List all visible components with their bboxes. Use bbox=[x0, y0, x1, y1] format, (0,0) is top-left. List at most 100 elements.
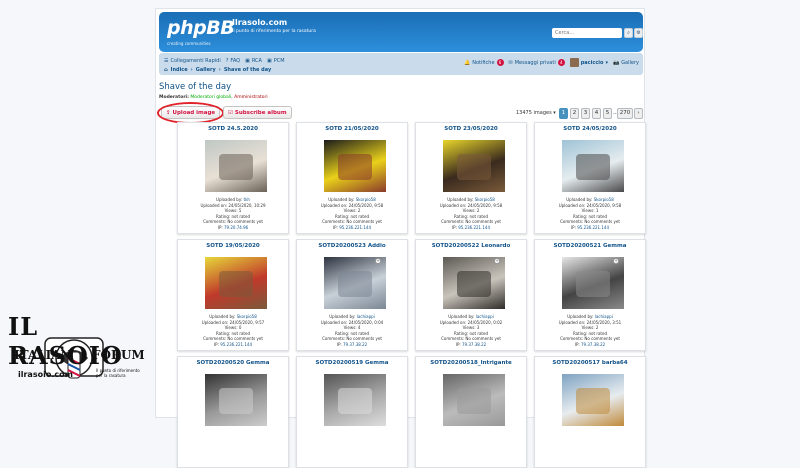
image-thumbnail[interactable] bbox=[324, 140, 386, 192]
expand-icon[interactable]: + bbox=[375, 258, 381, 264]
breadcrumb-item-album[interactable]: Shave of the day bbox=[224, 67, 271, 73]
chevron-right-icon: › bbox=[637, 110, 640, 116]
breadcrumb-item-gallery[interactable]: Gallery bbox=[196, 67, 216, 73]
quick-links-menu[interactable]: ☰ Collegamenti Rapidi bbox=[164, 58, 221, 64]
image-card[interactable]: SOTD20200523 Addio + Uploaded by: lachiapp… bbox=[296, 239, 408, 351]
navbar: ☰ Collegamenti Rapidi ? FAQ ▣ RCA ▣ PCM 🔔 Not… bbox=[159, 53, 643, 75]
image-info-line: IP: 79.37.38.22 bbox=[336, 341, 368, 347]
image-card[interactable]: SOTD 24/05/2020 Uploaded by: Skorpio58 Upl… bbox=[534, 122, 646, 234]
image-card[interactable]: SOTD20200520 Gemma bbox=[177, 356, 289, 468]
rca-label: RCA bbox=[251, 58, 262, 64]
page-button-5[interactable]: 5 bbox=[603, 108, 612, 119]
search-input[interactable]: Cerca... bbox=[552, 28, 622, 38]
bell-icon: 🔔 bbox=[464, 59, 471, 66]
image-info: Uploaded by: lachiappi Uploaded on: 24/05… bbox=[297, 314, 407, 347]
expand-icon[interactable]: + bbox=[613, 258, 619, 264]
messages-badge: 4 bbox=[557, 59, 565, 66]
rca-link[interactable]: ▣ RCA bbox=[245, 58, 262, 64]
image-card[interactable]: SOTD 24.5.2020 Uploaded by: tkh Uploaded o… bbox=[177, 122, 289, 234]
image-info: Uploaded by: tkh Uploaded on: 24/05/2020,… bbox=[178, 197, 288, 230]
image-thumbnail[interactable] bbox=[562, 374, 624, 426]
chevron-right-icon: › bbox=[218, 67, 221, 73]
breadcrumb: ⌂ Indice › Gallery › Shave of the day bbox=[164, 67, 271, 73]
page-wrapper: phpBB creating communities Ilrasolo.com … bbox=[155, 8, 646, 468]
image-card[interactable]: SOTD20200518_Intrigante bbox=[415, 356, 527, 468]
user-menu[interactable]: paciccio ▾ bbox=[569, 58, 608, 67]
gallery-label: Gallery bbox=[621, 59, 639, 66]
image-title-link[interactable]: SOTD20200518_Intrigante bbox=[416, 360, 526, 366]
logo-text: phpBB bbox=[167, 17, 235, 39]
search-icon[interactable]: ⌕ bbox=[624, 28, 633, 38]
gear-icon[interactable]: ⚙ bbox=[634, 28, 643, 38]
page-button-last[interactable]: 270 bbox=[617, 108, 633, 119]
moderators-line: Moderatori: Moderatori globali, Amminist… bbox=[159, 95, 268, 100]
subscribe-album-button[interactable]: ☑ Subscribe album bbox=[223, 106, 292, 119]
image-card[interactable]: SOTD20200517 barba64 bbox=[534, 356, 646, 468]
menu-icon: ☰ bbox=[164, 58, 169, 64]
image-thumbnail[interactable] bbox=[562, 140, 624, 192]
image-thumbnail[interactable] bbox=[562, 257, 624, 309]
site-title[interactable]: Ilrasolo.com bbox=[232, 18, 287, 27]
image-thumbnail[interactable] bbox=[205, 374, 267, 426]
faq-link[interactable]: ? FAQ bbox=[226, 58, 240, 64]
home-icon: ⌂ bbox=[164, 67, 168, 73]
image-card[interactable]: SOTD20200521 Gemma + Uploaded by: lachiapp… bbox=[534, 239, 646, 351]
image-thumbnail[interactable] bbox=[324, 374, 386, 426]
next-page-button[interactable]: › bbox=[634, 108, 643, 119]
image-info-line: IP: 79.37.38.22 bbox=[574, 341, 606, 347]
image-thumbnail[interactable] bbox=[324, 257, 386, 309]
image-title-link[interactable]: SOTD20200519 Gemma bbox=[297, 360, 407, 366]
image-info-line: IP: 95.236.221.144 bbox=[570, 224, 610, 230]
image-thumbnail[interactable] bbox=[443, 374, 505, 426]
image-thumbnail[interactable] bbox=[443, 140, 505, 192]
image-info: Uploaded by: Skorpio58 Uploaded on: 24/05… bbox=[535, 197, 645, 230]
image-card[interactable]: SOTD 19/05/2020 Uploaded by: Skorpio58 Upl… bbox=[177, 239, 289, 351]
page-button-1[interactable]: 1 bbox=[559, 108, 568, 119]
image-thumbnail[interactable] bbox=[443, 257, 505, 309]
avatar bbox=[569, 58, 579, 67]
messages-link[interactable]: ✉ Messaggi privati 4 bbox=[509, 59, 565, 66]
image-title-link[interactable]: SOTD 23/05/2020 bbox=[416, 126, 526, 132]
notifications-link[interactable]: 🔔 Notifiche 6 bbox=[464, 59, 504, 66]
page-title[interactable]: Shave of the day bbox=[159, 82, 231, 92]
image-thumbnail[interactable] bbox=[205, 140, 267, 192]
gallery-link[interactable]: 📷 Gallery bbox=[613, 60, 639, 66]
image-card[interactable]: SOTD20200519 Gemma bbox=[296, 356, 408, 468]
quick-links-label: Collegamenti Rapidi bbox=[170, 58, 221, 64]
chevron-down-icon: ▾ bbox=[605, 59, 608, 66]
moderator-global-link[interactable]: Moderatori globali bbox=[190, 95, 231, 100]
image-count[interactable]: 13475 images ▾ bbox=[516, 110, 556, 116]
highlight-circle bbox=[157, 102, 224, 124]
site-logo[interactable]: phpBB creating communities bbox=[167, 17, 235, 46]
expand-icon[interactable]: + bbox=[494, 258, 500, 264]
image-info: Uploaded by: lachiappi Uploaded on: 24/05… bbox=[416, 314, 526, 347]
chevron-down-icon: ▾ bbox=[553, 110, 556, 116]
chevron-right-icon: › bbox=[190, 67, 193, 73]
image-title-link[interactable]: SOTD20200517 barba64 bbox=[535, 360, 645, 366]
page-button-4[interactable]: 4 bbox=[592, 108, 601, 119]
notifications-label: Notifiche bbox=[472, 59, 495, 66]
image-title-link[interactable]: SOTD 19/05/2020 bbox=[178, 243, 288, 249]
image-title-link[interactable]: SOTD20200522 Leonardo bbox=[416, 243, 526, 249]
page-button-2[interactable]: 2 bbox=[570, 108, 579, 119]
faq-label: FAQ bbox=[230, 58, 241, 64]
image-card[interactable]: SOTD 21/05/2020 Uploaded by: Skorpio58 Upl… bbox=[296, 122, 408, 234]
image-info-line: IP: 79.37.38.22 bbox=[455, 341, 487, 347]
image-title-link[interactable]: SOTD20200523 Addio bbox=[297, 243, 407, 249]
watermark-tagline: Il punto di riferimento per la rasatura bbox=[96, 368, 140, 378]
breadcrumb-item-index[interactable]: Indice bbox=[171, 67, 188, 73]
moderator-admin-link[interactable]: Amministratori bbox=[234, 95, 268, 100]
image-title-link[interactable]: SOTD20200521 Gemma bbox=[535, 243, 645, 249]
pcm-link[interactable]: ▣ PCM bbox=[267, 58, 285, 64]
image-title-link[interactable]: SOTD 24.5.2020 bbox=[178, 126, 288, 132]
image-card[interactable]: SOTD20200522 Leonardo + Uploaded by: lachi… bbox=[415, 239, 527, 351]
image-title-link[interactable]: SOTD 21/05/2020 bbox=[297, 126, 407, 132]
site-description: Il punto di riferimento per la rasatura bbox=[232, 29, 316, 34]
image-title-link[interactable]: SOTD 24/05/2020 bbox=[535, 126, 645, 132]
image-icon: ▣ bbox=[245, 58, 250, 64]
image-thumbnail[interactable] bbox=[205, 257, 267, 309]
image-info: Uploaded by: Skorpio58 Uploaded on: 24/05… bbox=[178, 314, 288, 347]
image-card[interactable]: SOTD 23/05/2020 Uploaded by: Skorpio58 Upl… bbox=[415, 122, 527, 234]
page-button-3[interactable]: 3 bbox=[581, 108, 590, 119]
image-title-link[interactable]: SOTD20200520 Gemma bbox=[178, 360, 288, 366]
